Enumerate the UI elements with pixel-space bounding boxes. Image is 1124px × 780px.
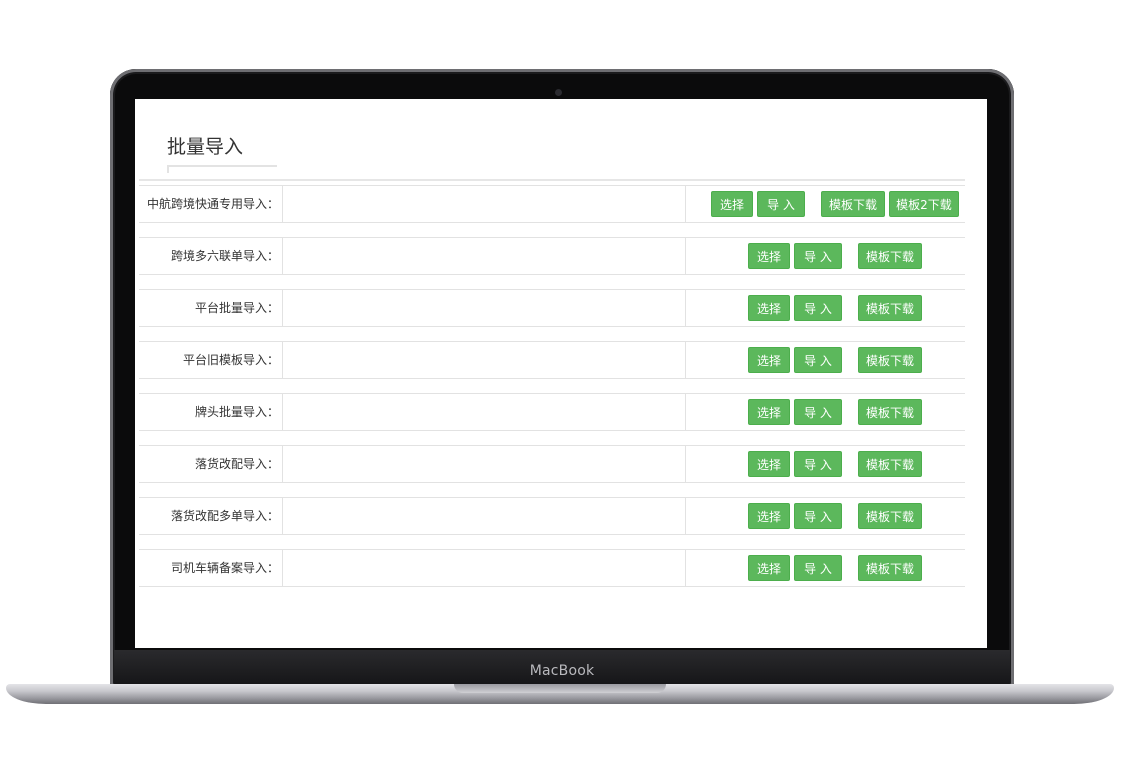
lid-notch bbox=[454, 684, 666, 693]
template-download-button[interactable]: 模板下载 bbox=[858, 555, 922, 581]
import-button[interactable]: 导 入 bbox=[794, 243, 842, 269]
file-path-field[interactable] bbox=[282, 238, 686, 274]
page-title: 批量导入 bbox=[167, 136, 244, 158]
template-download-button[interactable]: 模板下载 bbox=[858, 295, 922, 321]
import-button[interactable]: 导 入 bbox=[794, 555, 842, 581]
file-path-field[interactable] bbox=[282, 498, 686, 534]
import-button[interactable]: 导 入 bbox=[794, 347, 842, 373]
choose-button[interactable]: 选择 bbox=[748, 399, 790, 425]
row-label: 跨境多六联单导入： bbox=[170, 249, 279, 263]
app-screen: 批量导入 中航跨境快通专用导入： 选择 导 入 模板下载 模板2下载 跨境多六联… bbox=[135, 99, 987, 648]
choose-button[interactable]: 选择 bbox=[711, 191, 753, 217]
webcam-icon bbox=[555, 89, 562, 96]
import-row-platform-old-template: 平台旧模板导入： 选择 导 入 模板下载 bbox=[139, 341, 965, 379]
template-download-button[interactable]: 模板下载 bbox=[858, 503, 922, 529]
title-underline bbox=[167, 165, 277, 173]
template-download-button[interactable]: 模板下载 bbox=[858, 451, 922, 477]
file-path-field[interactable] bbox=[282, 342, 686, 378]
import-row-cross-border-multi: 跨境多六联单导入： 选择 导 入 模板下载 bbox=[139, 237, 965, 275]
choose-button[interactable]: 选择 bbox=[748, 295, 790, 321]
row-label: 落货改配导入： bbox=[194, 457, 279, 471]
row-label: 牌头批量导入： bbox=[194, 405, 279, 419]
import-row-unloading-reassign: 落货改配导入： 选择 导 入 模板下载 bbox=[139, 445, 965, 483]
header-divider bbox=[139, 179, 965, 181]
import-button[interactable]: 导 入 bbox=[794, 503, 842, 529]
import-row-zhonghang: 中航跨境快通专用导入： 选择 导 入 模板下载 模板2下载 bbox=[139, 185, 965, 223]
brand-label: MacBook bbox=[529, 663, 595, 679]
import-row-driver-vehicle: 司机车辆备案导入： 选择 导 入 模板下载 bbox=[139, 549, 965, 587]
file-path-field[interactable] bbox=[282, 550, 686, 586]
template-download-button[interactable]: 模板下载 bbox=[858, 347, 922, 373]
import-button[interactable]: 导 入 bbox=[794, 399, 842, 425]
row-label: 平台批量导入： bbox=[194, 301, 279, 315]
row-label: 中航跨境快通专用导入： bbox=[146, 197, 279, 211]
template-download-button[interactable]: 模板下载 bbox=[821, 191, 885, 217]
import-button[interactable]: 导 入 bbox=[794, 451, 842, 477]
choose-button[interactable]: 选择 bbox=[748, 503, 790, 529]
file-path-field[interactable] bbox=[282, 290, 686, 326]
file-path-field[interactable] bbox=[282, 446, 686, 482]
file-path-field[interactable] bbox=[282, 186, 686, 222]
choose-button[interactable]: 选择 bbox=[748, 243, 790, 269]
template-download-button[interactable]: 模板下载 bbox=[858, 243, 922, 269]
template-download-button[interactable]: 模板下载 bbox=[858, 399, 922, 425]
choose-button[interactable]: 选择 bbox=[748, 555, 790, 581]
template2-download-button[interactable]: 模板2下载 bbox=[889, 191, 959, 217]
import-row-unloading-reassign-multi: 落货改配多单导入： 选择 导 入 模板下载 bbox=[139, 497, 965, 535]
choose-button[interactable]: 选择 bbox=[748, 347, 790, 373]
file-path-field[interactable] bbox=[282, 394, 686, 430]
import-button[interactable]: 导 入 bbox=[794, 295, 842, 321]
import-row-placard-batch: 牌头批量导入： 选择 导 入 模板下载 bbox=[139, 393, 965, 431]
row-label: 平台旧模板导入： bbox=[182, 353, 279, 367]
import-button[interactable]: 导 入 bbox=[757, 191, 805, 217]
choose-button[interactable]: 选择 bbox=[748, 451, 790, 477]
row-label: 落货改配多单导入： bbox=[170, 509, 279, 523]
row-label: 司机车辆备案导入： bbox=[170, 561, 279, 575]
import-row-platform-batch: 平台批量导入： 选择 导 入 模板下载 bbox=[139, 289, 965, 327]
